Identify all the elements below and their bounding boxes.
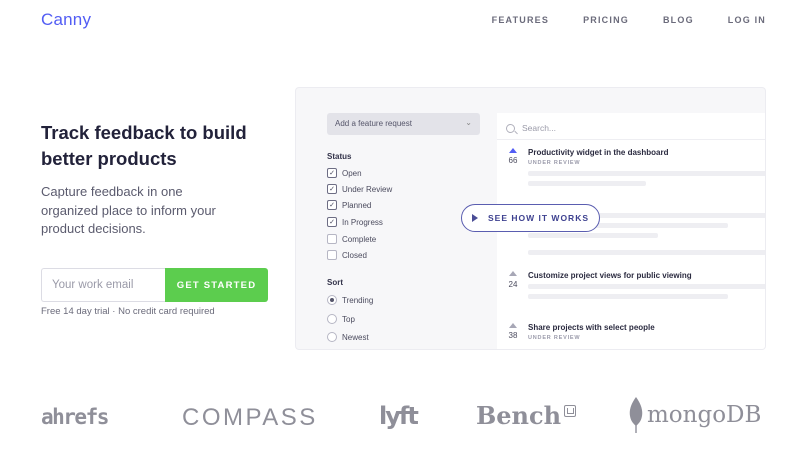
sort-option-label: Top [342,314,355,324]
see-how-it-works-label: SEE HOW IT WORKS [488,213,589,223]
checkbox-checked-icon: ✓ [327,168,337,178]
get-started-button[interactable]: GET STARTED [165,268,268,302]
placeholder-line [528,294,728,299]
status-filter-title: Status [327,152,352,161]
vote-count: 24 [508,280,518,289]
post-status: UNDER REVIEW [528,160,581,166]
placeholder-line [528,250,765,255]
status-open-checkbox[interactable]: ✓ Open [327,168,362,178]
radio-selected-icon [327,295,337,305]
radio-empty-icon [327,332,337,342]
trial-note: Free 14 day trial · No credit card requi… [41,306,215,317]
sort-top-radio[interactable]: Top [327,314,355,324]
divider [497,139,765,140]
status-complete-checkbox[interactable]: Complete [327,234,376,244]
add-feature-request-label: Add a feature request [335,119,412,128]
mongodb-leaf-icon [629,397,643,433]
status-closed-checkbox[interactable]: Closed [327,250,367,260]
vote-count: 38 [508,331,518,340]
placeholder-line [528,233,658,238]
bench-badge-icon [564,405,577,417]
status-planned-checkbox[interactable]: ✓ Planned [327,200,371,210]
lyft-logo: lyft [379,402,419,430]
ahrefs-logo: ahrefs [41,405,109,429]
bench-logo-text: Bench [476,401,562,430]
canny-logo[interactable]: Canny [41,10,91,30]
placeholder-line [528,284,765,289]
post-title: Customize project views for public viewi… [528,271,692,280]
status-option-label: In Progress [342,217,383,227]
vote-count: 66 [508,156,518,165]
upvote-arrow-icon [509,323,517,328]
sort-newest-radio[interactable]: Newest [327,332,369,342]
status-option-label: Planned [342,200,372,210]
upvote-button[interactable]: 38 [506,323,520,340]
sort-option-label: Trending [342,295,374,305]
search-icon [506,123,515,133]
hero-title: Track feedback to build better products [41,122,247,169]
upvote-button[interactable]: 24 [506,271,520,289]
see-how-it-works-button[interactable]: SEE HOW IT WORKS [461,204,600,232]
checkbox-empty-icon [327,250,337,260]
add-feature-request-dropdown[interactable]: Add a feature request ⌄ [327,113,480,135]
sort-option-label: Newest [342,332,369,342]
status-in-progress-checkbox[interactable]: ✓ In Progress [327,217,383,227]
nav-log-in[interactable]: LOG IN [728,15,766,25]
placeholder-line [528,171,765,176]
nav-blog[interactable]: BLOG [663,15,694,25]
post-title: Share projects with select people [528,323,655,332]
play-icon [472,214,478,222]
search-bar[interactable]: Search... [506,123,556,133]
chevron-down-icon: ⌄ [465,118,472,127]
compass-logo: COMPASS [182,404,318,431]
checkbox-empty-icon [327,234,337,244]
upvote-button[interactable]: 66 [506,148,520,165]
customer-logos: ahrefs COMPASS lyft Bench mongoDB [0,392,800,442]
mongodb-logo-text: mongoDB [647,402,762,428]
sort-trending-radio[interactable]: Trending [327,295,373,305]
placeholder-line [528,181,646,186]
radio-empty-icon [327,314,337,324]
nav-features[interactable]: FEATURES [492,15,549,25]
upvote-arrow-icon [509,271,517,276]
bench-logo: Bench [476,401,577,430]
status-option-label: Complete [342,234,377,244]
work-email-input[interactable] [41,268,165,302]
nav-pricing[interactable]: PRICING [583,15,629,25]
top-nav: FEATURES PRICING BLOG LOG IN [492,15,766,25]
sort-title: Sort [327,278,343,287]
status-option-label: Open [342,168,362,178]
checkbox-checked-icon: ✓ [327,200,337,210]
post-status: UNDER REVIEW [528,335,581,341]
checkbox-checked-icon: ✓ [327,184,337,194]
mongodb-logo: mongoDB [628,396,761,434]
upvote-arrow-icon [509,148,517,153]
search-placeholder: Search... [522,123,557,133]
status-option-label: Closed [342,250,367,260]
checkbox-checked-icon: ✓ [327,217,337,227]
post-title: Productivity widget in the dashboard [528,148,669,157]
hero-subtitle: Capture feedback in one organized place … [41,184,216,236]
signup-form: GET STARTED [41,268,268,302]
status-under-review-checkbox[interactable]: ✓ Under Review [327,184,392,194]
status-option-label: Under Review [342,184,393,194]
